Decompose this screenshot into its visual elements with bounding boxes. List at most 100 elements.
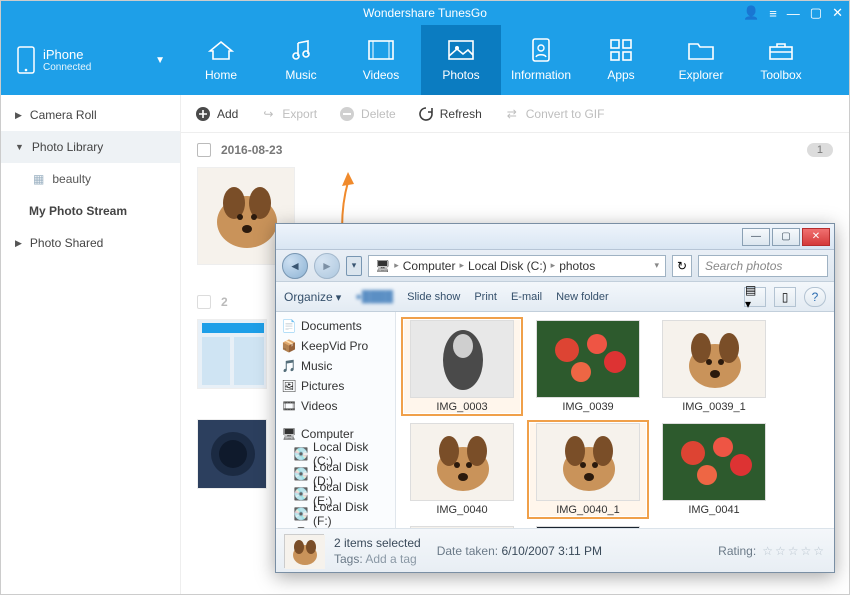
sidebar-item-photo-library[interactable]: ▼Photo Library (1, 131, 180, 163)
email-button[interactable]: E-mail (511, 291, 542, 303)
section-count: 1 (807, 143, 833, 157)
section-header: 2016-08-23 1 (197, 143, 833, 157)
sidebar-item-beaulty[interactable]: ▦beaulty (1, 163, 180, 195)
maximize-button[interactable]: ▢ (772, 228, 800, 246)
explorer-window: — ▢ ✕ ◄ ► ▾ 🖥 ▸ Computer ▸ Local Disk (C… (275, 223, 835, 573)
sidebar-item-camera-roll[interactable]: ▶Camera Roll (1, 99, 180, 131)
apps-icon (607, 38, 635, 62)
tree-videos[interactable]: 🎞Videos (276, 396, 395, 416)
photo-thumb[interactable] (197, 419, 267, 489)
nav-information[interactable]: Information (501, 25, 581, 95)
back-button[interactable]: ◄ (282, 253, 308, 279)
close-icon[interactable]: ✕ (832, 5, 843, 21)
add-button[interactable]: Add (195, 106, 238, 122)
minimize-icon[interactable]: — (787, 6, 800, 21)
tree-pictures[interactable]: 🖼Pictures (276, 376, 395, 396)
tags-value[interactable]: Add a tag (365, 552, 416, 566)
music-icon: 🎵 (282, 359, 296, 373)
file-IMG_0041[interactable]: IMG_0041 (656, 423, 772, 516)
file-thumb (662, 423, 766, 501)
nav-photos[interactable]: Photos (421, 25, 501, 95)
close-button[interactable]: ✕ (802, 228, 830, 246)
forward-button[interactable]: ► (314, 253, 340, 279)
preview-pane-button[interactable]: ▯ (774, 287, 796, 307)
file-IMG_0040_1[interactable]: IMG_0040_1 (530, 423, 646, 516)
nav-music[interactable]: Music (261, 25, 341, 95)
crumb-folder[interactable]: photos (559, 259, 595, 273)
select-all-checkbox[interactable] (197, 143, 211, 157)
slideshow-button[interactable]: Slide show (407, 291, 460, 303)
tree-keepvid-pro[interactable]: 📦KeepVid Pro (276, 336, 395, 356)
window-controls: 👤 ≡ — ▢ ✕ (743, 5, 843, 21)
nav-explorer[interactable]: Explorer (661, 25, 741, 95)
convert-gif-button[interactable]: ⇄Convert to GIF (504, 106, 605, 122)
crumb-computer[interactable]: Computer (403, 259, 456, 273)
disk-icon: 💽 (294, 467, 308, 481)
photo-thumb[interactable] (197, 319, 267, 389)
nav-apps[interactable]: Apps (581, 25, 661, 95)
file-name: IMG_0040_1 (556, 504, 620, 516)
file-IMG_0039_1[interactable]: IMG_0039_1 (656, 320, 772, 413)
videos-icon (367, 38, 395, 62)
chevron-right-icon: ▶ (15, 110, 22, 121)
tree-music[interactable]: 🎵Music (276, 356, 395, 376)
blurred-item[interactable]: ●████ (355, 291, 393, 303)
breadcrumb-bar[interactable]: 🖥 ▸ Computer ▸ Local Disk (C:) ▸ photos … (368, 255, 666, 277)
refresh-button[interactable]: Refresh (418, 106, 482, 122)
home-icon (207, 38, 235, 62)
disk-icon: 💽 (294, 447, 308, 461)
maximize-icon[interactable]: ▢ (810, 5, 822, 21)
select-all-checkbox-2[interactable] (197, 295, 211, 309)
sidebar: ▶Camera Roll ▼Photo Library ▦beaulty My … (1, 95, 181, 594)
date-taken: 6/10/2007 3:11 PM (501, 544, 602, 558)
explorer-files: IMG_0003 IMG_0039 IMG_0039_1 IMG_0040 IMG_00… (396, 312, 834, 528)
rating-stars[interactable]: ☆☆☆☆☆ (762, 544, 826, 558)
minimize-button[interactable]: — (742, 228, 770, 246)
file-thumb (410, 320, 514, 398)
file-name: IMG_0039_1 (682, 401, 746, 413)
sidebar-item-my-photo-stream[interactable]: My Photo Stream (1, 195, 180, 227)
app-title: Wondershare TunesGo (363, 6, 487, 20)
phone-icon (17, 46, 35, 74)
crumb-disk[interactable]: Local Disk (C:) (468, 259, 547, 273)
disk-icon: 💽 (294, 507, 308, 521)
user-icon[interactable]: 👤 (743, 5, 759, 21)
gif-icon: ⇄ (504, 106, 520, 122)
history-dropdown[interactable]: ▾ (346, 256, 362, 276)
view-mode-button[interactable]: ▤ ▾ (744, 287, 766, 307)
file-name: IMG_0003 (436, 401, 487, 413)
picture-icon: ▦ (33, 172, 44, 186)
photos-icon (447, 38, 475, 62)
chevron-right-icon: ▶ (15, 238, 22, 249)
nav-items: HomeMusicVideosPhotosInformationAppsExpl… (181, 25, 849, 95)
file-thumb (536, 423, 640, 501)
doc-icon: 📄 (282, 319, 296, 333)
export-button[interactable]: ↪Export (260, 106, 317, 122)
sidebar-item-photo-shared[interactable]: ▶Photo Shared (1, 227, 180, 259)
minus-icon (339, 106, 355, 122)
delete-button[interactable]: Delete (339, 106, 396, 122)
file-IMG_0040[interactable]: IMG_0040 (404, 423, 520, 516)
tree-documents[interactable]: 📄Documents (276, 316, 395, 336)
print-button[interactable]: Print (474, 291, 497, 303)
newfolder-button[interactable]: New folder (556, 291, 609, 303)
file-IMG_0039[interactable]: IMG_0039 (530, 320, 646, 413)
file-IMG_0003[interactable]: IMG_0003 (404, 320, 520, 413)
explorer-address-bar: ◄ ► ▾ 🖥 ▸ Computer ▸ Local Disk (C:) ▸ p… (276, 250, 834, 282)
status-thumb (284, 534, 324, 568)
refresh-button[interactable]: ↻ (672, 255, 692, 277)
organize-menu[interactable]: Organize ▾ (284, 290, 341, 304)
explorer-statusbar: 2 items selected Tags: Add a tag Date ta… (276, 528, 834, 572)
plus-icon (195, 106, 211, 122)
nav-toolbox[interactable]: Toolbox (741, 25, 821, 95)
explorer-titlebar[interactable]: — ▢ ✕ (276, 224, 834, 250)
nav-home[interactable]: Home (181, 25, 261, 95)
section-date: 2016-08-23 (221, 143, 282, 157)
menu-icon[interactable]: ≡ (769, 6, 777, 21)
device-selector[interactable]: iPhone Connected ▼ (1, 25, 181, 95)
search-input[interactable]: Search photos (698, 255, 828, 277)
tree-local-disk-f-[interactable]: 💽Local Disk (F:) (276, 504, 395, 524)
nav-videos[interactable]: Videos (341, 25, 421, 95)
export-icon: ↪ (260, 106, 276, 122)
help-button[interactable]: ? (804, 287, 826, 307)
